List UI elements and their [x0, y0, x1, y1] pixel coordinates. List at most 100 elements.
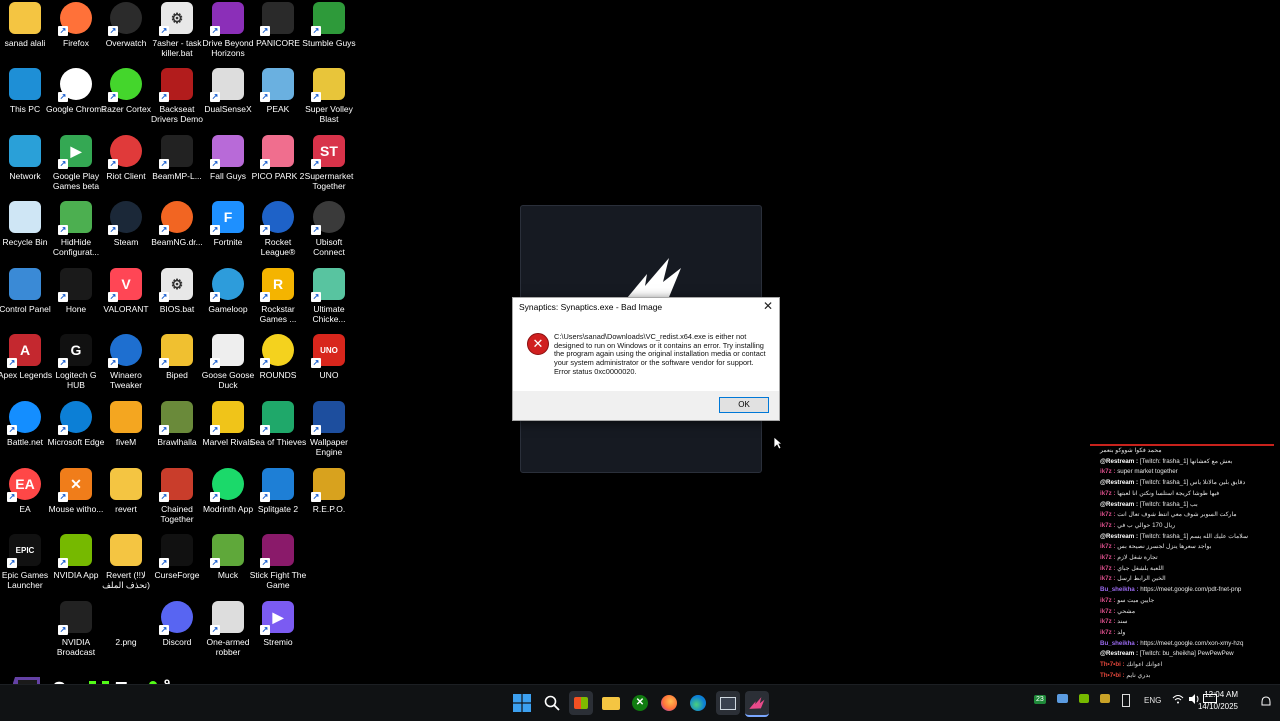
taskbar-firefox[interactable]: [657, 691, 681, 715]
app-icon: ✕ ↗: [58, 468, 92, 502]
desktop-icon[interactable]: ↗ Microsoft Edge: [48, 401, 104, 447]
desktop-icon[interactable]: ↗ Stick Fight The Game: [250, 534, 306, 590]
desktop-icon[interactable]: ↗ Razer Cortex: [101, 68, 151, 114]
desktop-icon[interactable]: ↗ PICO PARK 2: [252, 135, 304, 181]
tray-app-1[interactable]: [1057, 694, 1068, 705]
desktop-icon[interactable]: Control Panel: [0, 268, 51, 314]
language-indicator[interactable]: ENG: [1144, 696, 1161, 705]
app-icon: ST ↗: [311, 135, 345, 169]
desktop-icon[interactable]: ↗ DualSenseX: [203, 68, 253, 114]
desktop-icon[interactable]: ⚙ ↗ 7asher - task killer.bat: [152, 2, 202, 58]
ok-button[interactable]: OK: [719, 397, 769, 413]
tray-app-4[interactable]: [1122, 694, 1130, 709]
shortcut-arrow-icon: ↗: [159, 292, 169, 302]
taskbar-file-explorer[interactable]: [599, 691, 623, 715]
clock-time: 12:04 AM: [1204, 690, 1238, 699]
desktop-icon[interactable]: ↗ PANICORE: [253, 2, 303, 48]
desktop-icon[interactable]: ⚙ ↗ BIOS.bat: [152, 268, 202, 314]
taskbar-store[interactable]: [569, 691, 593, 715]
desktop-icon[interactable]: ↗ One-armed robber: [203, 601, 253, 657]
tray-app-2[interactable]: [1079, 694, 1089, 705]
desktop-icon[interactable]: ↗ HidHide Configurat...: [51, 201, 101, 257]
taskbar-edge[interactable]: [686, 691, 710, 715]
desktop-icon[interactable]: ↗ Google Chrome: [46, 68, 106, 114]
desktop-icon[interactable]: EA ↗ EA: [0, 468, 50, 514]
desktop-icon[interactable]: A ↗ Apex Legends: [0, 334, 52, 380]
desktop-icon[interactable]: V ↗ VALORANT: [101, 268, 151, 314]
desktop-icon[interactable]: ✕ ↗ Mouse witho...: [49, 468, 103, 514]
desktop-icon[interactable]: ↗ CurseForge: [152, 534, 202, 580]
desktop-icon[interactable]: ↗ Brawlhalla: [152, 401, 202, 447]
close-icon[interactable]: ✕: [763, 299, 773, 313]
desktop-icon[interactable]: ↗ Backseat Drivers Demo: [151, 68, 203, 124]
desktop-icon[interactable]: ↗ PEAK: [253, 68, 303, 114]
desktop-icon[interactable]: ↗ Muck: [203, 534, 253, 580]
desktop-icon[interactable]: ↗ Overwatch: [101, 2, 151, 48]
start-button[interactable]: [510, 691, 534, 715]
desktop-icon[interactable]: ↗ Stumble Guys: [302, 2, 356, 48]
desktop-icon[interactable]: ↗ Hone: [51, 268, 101, 314]
desktop-icon[interactable]: ↗ Wallpaper Engine: [304, 401, 354, 457]
desktop-icon[interactable]: ▶ ↗ Google Play Games beta: [51, 135, 101, 191]
shortcut-arrow-icon: ↗: [58, 26, 68, 36]
taskbar-app-window[interactable]: [716, 691, 740, 715]
desktop-icon[interactable]: ↗ Steam: [101, 201, 151, 247]
taskbar-launcher[interactable]: [745, 691, 769, 717]
notifications-icon[interactable]: [1260, 695, 1272, 707]
search-button[interactable]: [540, 691, 564, 715]
desktop-icon[interactable]: ↗ NVIDIA App: [51, 534, 101, 580]
desktop-icon[interactable]: ↗ BeamMP-L...: [152, 135, 202, 181]
chat-message: ik7z : جايين ميت سو: [1090, 596, 1274, 607]
tray-app-3[interactable]: [1100, 694, 1110, 705]
tray-badge[interactable]: 23: [1034, 694, 1046, 704]
desktop-icon[interactable]: ↗ Sea of Thieves: [250, 401, 306, 447]
desktop-icon[interactable]: UNO ↗ UNO: [304, 334, 354, 380]
desktop-icon[interactable]: ↗ Super Volley Blast: [304, 68, 354, 124]
desktop-icon[interactable]: ↗ Discord: [152, 601, 202, 647]
desktop-icon[interactable]: Recycle Bin: [0, 201, 50, 247]
desktop-icon[interactable]: ↗ Ultimate Chicke...: [304, 268, 354, 324]
desktop-icon[interactable]: R ↗ Rockstar Games ...: [253, 268, 303, 324]
desktop-icon[interactable]: Network: [0, 135, 50, 181]
folder-icon: [602, 696, 620, 710]
desktop-icon[interactable]: ↗ Gameloop: [203, 268, 253, 314]
desktop-icon[interactable]: F ↗ Fortnite: [203, 201, 253, 247]
desktop-icon[interactable]: ↗ Rocket League®: [253, 201, 303, 257]
wifi-icon[interactable]: [1172, 694, 1184, 706]
desktop-icon[interactable]: sanad alali: [0, 2, 50, 48]
desktop-icon[interactable]: revert: [101, 468, 151, 514]
desktop-icon[interactable]: ↗ Modrinth App: [203, 468, 253, 514]
desktop-icon[interactable]: fiveM: [101, 401, 151, 447]
app-icon: ↗: [108, 2, 142, 36]
chat-message: ik7z : اللعبة بلشغل جباي: [1090, 564, 1274, 575]
desktop-icon[interactable]: ↗ Biped: [152, 334, 202, 380]
desktop-icon[interactable]: ↗ ROUNDS: [253, 334, 303, 380]
desktop-icon[interactable]: This PC: [0, 68, 50, 114]
system-clock[interactable]: 12:04 AM 14/10/2025: [1198, 689, 1238, 713]
desktop-icon[interactable]: ▶ ↗ Stremio: [253, 601, 303, 647]
desktop-icon[interactable]: ↗ Marvel Rivals: [202, 401, 254, 447]
desktop-icon[interactable]: ↗ Fall Guys: [203, 135, 253, 181]
desktop-icon[interactable]: EPIC ↗ Epic Games Launcher: [0, 534, 50, 590]
chat-text: https://meet.google.com/pdt-fnet-pnp: [1140, 586, 1242, 594]
desktop-icon[interactable]: ↗ Winaero Tweaker: [101, 334, 151, 390]
app-icon: [110, 534, 142, 566]
desktop-icon[interactable]: ↗ Riot Client: [101, 135, 151, 181]
desktop-icon[interactable]: ↗ R.E.P.O.: [304, 468, 354, 514]
desktop-icon[interactable]: Revert (!!لا تحذف الملف): [101, 534, 151, 590]
desktop-icon[interactable]: 2.png: [101, 601, 151, 647]
desktop-icon[interactable]: ↗ Firefox: [51, 2, 101, 48]
shortcut-arrow-icon: ↗: [58, 159, 68, 169]
taskbar-xbox[interactable]: ✕: [628, 691, 652, 715]
desktop-icon[interactable]: ↗ Chained Together: [152, 468, 202, 524]
desktop-icon[interactable]: ↗ Ubisoft Connect: [304, 201, 354, 257]
desktop-icon[interactable]: ↗ Drive Beyond Horizons: [202, 2, 254, 58]
desktop-icon[interactable]: ↗ Goose Goose Duck: [202, 334, 254, 390]
desktop-icon[interactable]: ↗ Splitgate 2: [253, 468, 303, 514]
app-icon: ↗: [210, 135, 244, 169]
desktop-icon[interactable]: ↗ Battle.net: [0, 401, 50, 447]
desktop-icon[interactable]: ↗ BeamNG.dr...: [151, 201, 203, 247]
desktop-icon[interactable]: ST ↗ Supermarket Together: [304, 135, 354, 191]
desktop-icon[interactable]: G ↗ Logitech G HUB: [51, 334, 101, 390]
desktop-icon[interactable]: ↗ NVIDIA Broadcast: [51, 601, 101, 657]
